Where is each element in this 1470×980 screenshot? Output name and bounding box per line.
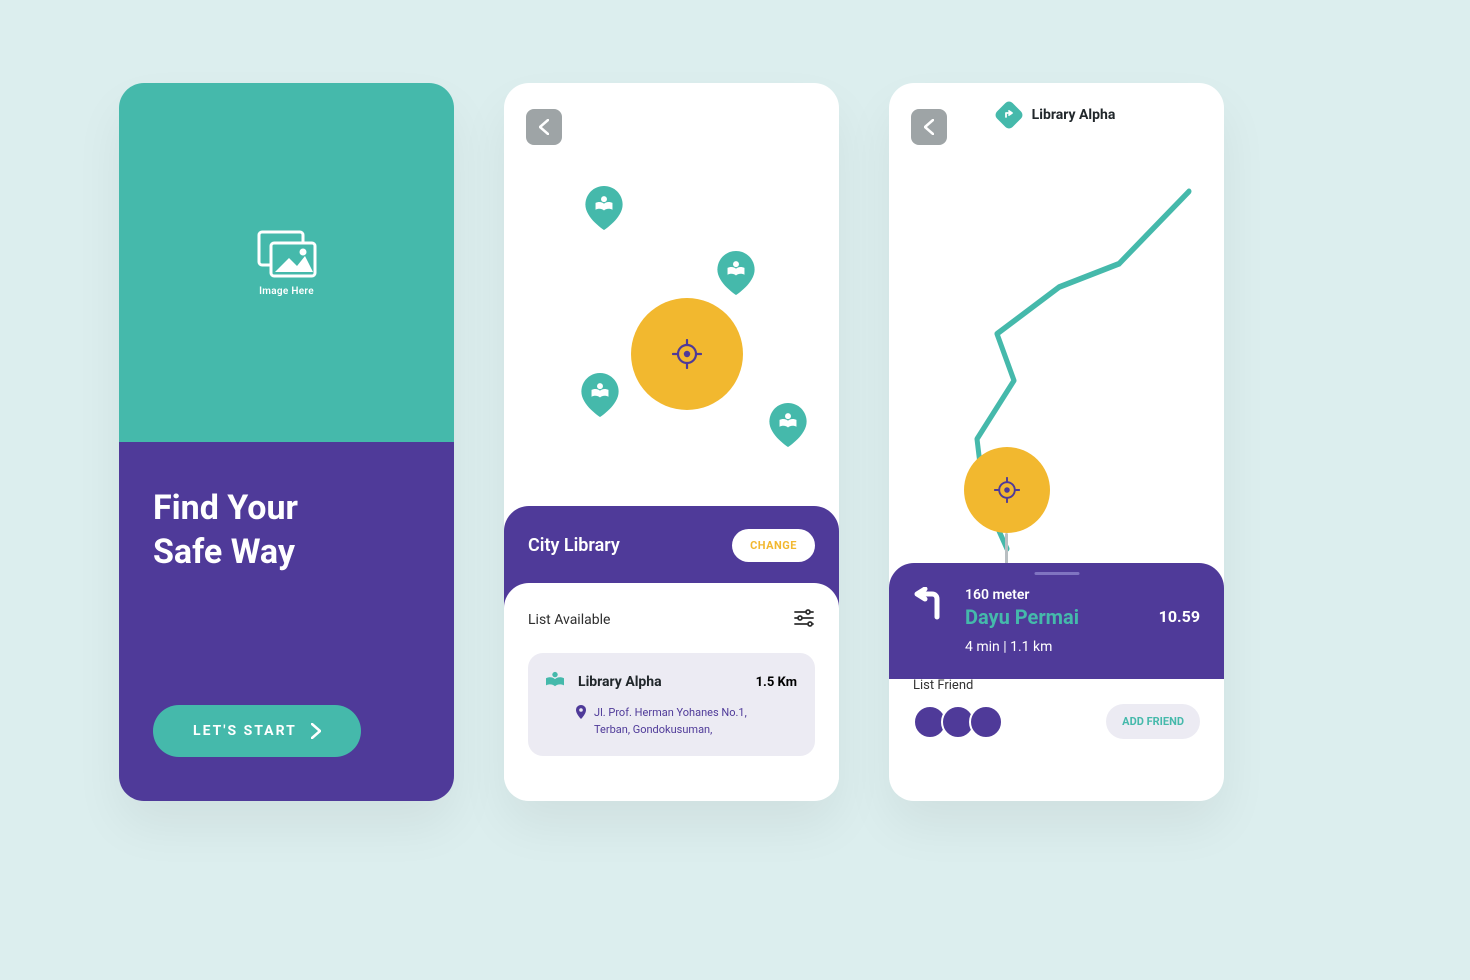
eta-summary: 4 min | 1.1 km — [965, 639, 1079, 655]
nav-header: Library Alpha — [889, 83, 1224, 147]
library-pin[interactable] — [578, 373, 622, 417]
filter-button[interactable] — [793, 607, 815, 633]
library-card[interactable]: Library Alpha 1.5 Km Jl. Prof. Herman Yo… — [528, 653, 815, 756]
turn-distance: 160 meter — [965, 587, 1079, 603]
headline-line2: Safe Way — [153, 530, 420, 574]
nav-bottom-sheet: 160 meter Dayu Permai 4 min | 1.1 km 10.… — [889, 563, 1224, 801]
pin-icon — [576, 705, 586, 738]
lets-start-label: LET'S START — [193, 723, 297, 739]
book-icon — [546, 671, 564, 693]
directions-icon — [993, 99, 1024, 130]
library-pin[interactable] — [582, 186, 626, 230]
back-button[interactable] — [526, 109, 562, 145]
change-button[interactable]: CHANGE — [732, 529, 815, 562]
library-name: Library Alpha — [578, 674, 742, 690]
list-available-label: List Available — [528, 612, 610, 628]
onboarding-screen: Image Here Find Your Safe Way LET'S STAR… — [119, 83, 454, 801]
navigation-screen: Library Alpha — [889, 83, 1224, 801]
list-friend-label: List Friend — [913, 678, 1003, 693]
turn-instructions: 160 meter Dayu Permai 4 min | 1.1 km — [965, 587, 1079, 655]
map-list-screen: City Library CHANGE List Available — [504, 83, 839, 801]
library-distance: 1.5 Km — [756, 675, 797, 690]
library-pin[interactable] — [714, 251, 758, 295]
add-friend-button[interactable]: ADD FRIEND — [1106, 704, 1200, 739]
chevron-right-icon — [311, 723, 321, 739]
destination-title: Library Alpha — [1032, 107, 1116, 123]
current-location-marker[interactable] — [631, 298, 743, 410]
current-location-marker[interactable] — [964, 447, 1050, 533]
image-placeholder-icon: Image Here — [255, 228, 319, 297]
drag-handle[interactable] — [1034, 572, 1079, 575]
chevron-left-icon — [539, 119, 549, 135]
bottom-sheet: City Library CHANGE List Available — [504, 506, 839, 801]
hero-image-area: Image Here — [119, 83, 454, 442]
onboarding-bottom: Find Your Safe Way LET'S START — [119, 442, 454, 801]
friend-avatars[interactable] — [913, 705, 1003, 739]
lets-start-button[interactable]: LET'S START — [153, 705, 361, 757]
avatar[interactable] — [969, 705, 1003, 739]
crosshair-icon — [672, 339, 702, 369]
nav-sheet-header[interactable]: 160 meter Dayu Permai 4 min | 1.1 km 10.… — [889, 563, 1224, 679]
category-title: City Library — [528, 535, 620, 556]
headline: Find Your Safe Way — [153, 486, 420, 574]
arrival-time: 10.59 — [1159, 607, 1200, 626]
image-placeholder-label: Image Here — [259, 286, 314, 297]
crosshair-icon — [994, 477, 1020, 503]
library-address: Jl. Prof. Herman Yohanes No.1, Terban, G… — [594, 705, 747, 738]
sheet-body: List Available — [504, 583, 839, 780]
turn-street: Dayu Permai — [965, 605, 1079, 629]
turn-left-icon — [913, 587, 947, 625]
sliders-icon — [793, 607, 815, 629]
library-pin[interactable] — [766, 403, 810, 447]
headline-line1: Find Your — [153, 486, 420, 530]
friends-section: List Friend — [913, 678, 1003, 739]
